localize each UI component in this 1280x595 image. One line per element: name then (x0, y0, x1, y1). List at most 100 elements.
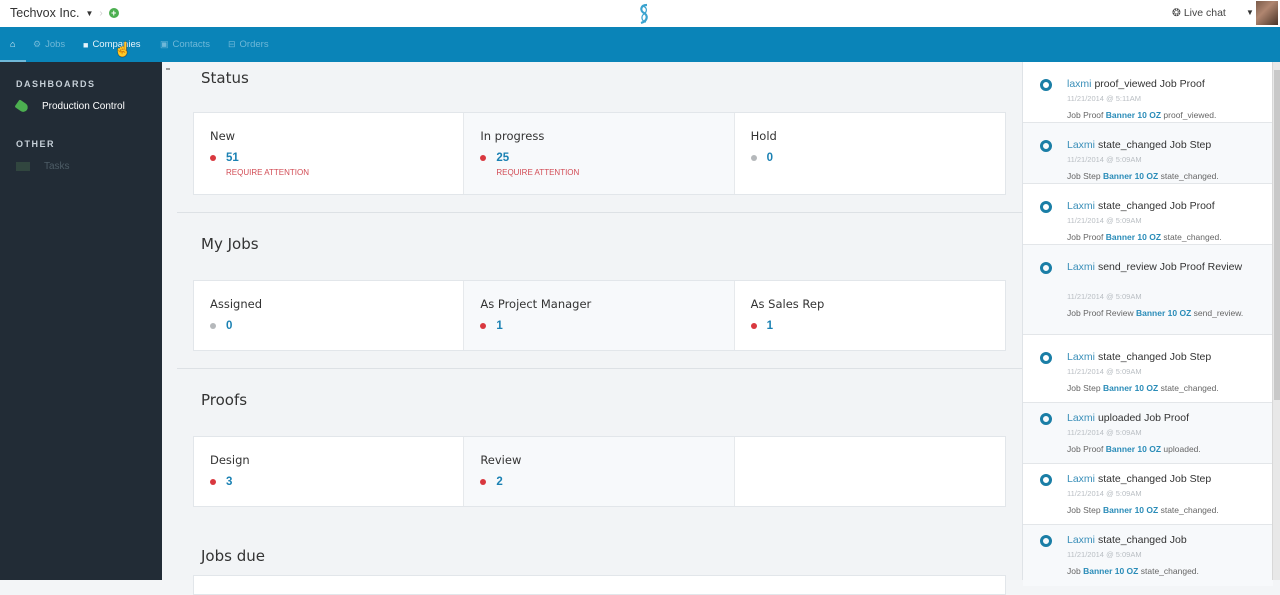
add-icon[interactable]: + (108, 8, 119, 18)
activity-ring-icon (1040, 352, 1052, 364)
card-value[interactable]: 0 (226, 320, 232, 332)
scroll-up-icon[interactable] (166, 68, 170, 70)
proofs-card-design[interactable]: Design 3 (194, 437, 465, 506)
status-card-new[interactable]: New 51 REQUIRE ATTENTION (194, 113, 465, 194)
feed-user[interactable]: Laxmi (1067, 261, 1095, 273)
feed-item-link[interactable]: Banner 10 OZ (1103, 505, 1158, 515)
my-jobs-card-sales-rep[interactable]: As Sales Rep 1 (735, 281, 1005, 350)
status-card-in-progress[interactable]: In progress 25 REQUIRE ATTENTION (464, 113, 735, 194)
feed-item[interactable]: Laxmi state_changed Job Step 11/21/2014 … (1023, 123, 1273, 184)
feed-user[interactable]: Laxmi (1067, 139, 1095, 151)
feed-item[interactable]: Laxmi state_changed Job Step 11/21/2014 … (1023, 464, 1273, 525)
feed-user[interactable]: Laxmi (1067, 534, 1095, 546)
feed-item[interactable]: Laxmi state_changed Job Proof 11/21/2014… (1023, 184, 1273, 245)
status-section: Status New 51 REQUIRE ATTENTION In progr… (177, 62, 1022, 213)
feed-item-link[interactable]: Banner 10 OZ (1083, 566, 1138, 576)
feed-action: state_changed Job Proof (1097, 200, 1215, 212)
feed-item[interactable]: laxmi proof_viewed Job Proof 11/21/2014 … (1023, 62, 1273, 123)
feed-user[interactable]: Laxmi (1067, 412, 1095, 424)
feed-user[interactable]: Laxmi (1067, 351, 1095, 363)
feed-scrollbar[interactable] (1272, 62, 1280, 580)
proofs-card-review[interactable]: Review 2 (464, 437, 735, 506)
proofs-card-empty (735, 437, 1005, 506)
feed-item-link[interactable]: Banner 10 OZ (1103, 171, 1158, 181)
company-switcher[interactable]: Techvox Inc. ▼ › + (10, 6, 119, 20)
feed-user[interactable]: Laxmi (1067, 200, 1095, 212)
feed-item-link[interactable]: Banner 10 OZ (1106, 232, 1161, 242)
nav-jobs[interactable]: ⚙ Jobs (33, 39, 65, 50)
section-title: My Jobs (201, 235, 259, 253)
feed-user[interactable]: Laxmi (1067, 473, 1095, 485)
feed-desc: Job Proof Banner 10 OZ state_changed. (1067, 232, 1222, 242)
status-dot (210, 155, 216, 161)
card-label: In progress (480, 129, 545, 143)
app-logo-icon[interactable] (636, 3, 652, 25)
feed-item-link[interactable]: Banner 10 OZ (1106, 444, 1161, 454)
feed-title: Laxmi state_changed Job (1067, 533, 1262, 548)
activity-ring-icon (1040, 201, 1052, 213)
status-dot (750, 155, 757, 161)
company-name: Techvox Inc. (10, 6, 80, 20)
sidebar-item-tasks[interactable]: Tasks (16, 161, 70, 172)
lifebuoy-icon: ❂ (1172, 7, 1181, 19)
feed-item-link[interactable]: Banner 10 OZ (1136, 308, 1191, 318)
card-value[interactable]: 1 (496, 320, 502, 332)
card-label: Assigned (210, 297, 263, 311)
card-value[interactable]: 25 (496, 152, 509, 164)
feed-title: Laxmi state_changed Job Proof (1067, 199, 1262, 214)
proofs-section: Proofs Design 3 Review 2 (177, 369, 1022, 519)
hand-cursor-icon: ☝ (114, 41, 132, 57)
status-dot (480, 479, 487, 485)
section-title: Proofs (201, 391, 248, 409)
feed-title: Laxmi state_changed Job Step (1067, 472, 1262, 487)
activity-ring-icon (1040, 413, 1052, 425)
feed-action: uploaded Job Proof (1097, 412, 1190, 424)
feed-item[interactable]: Laxmi send_review Job Proof Review 11/21… (1023, 245, 1273, 335)
feed-time: 11/21/2014 @ 5:11AM (1067, 94, 1142, 103)
feed-title: Laxmi uploaded Job Proof (1067, 411, 1262, 426)
feed-time: 11/21/2014 @ 5:09AM (1067, 216, 1142, 225)
feed-action: state_changed Job Step (1097, 473, 1212, 485)
nav-contacts[interactable]: ▣ Contacts (160, 39, 210, 50)
nav-companies[interactable]: ■ Companies (83, 39, 141, 50)
home-icon: ⌂ (10, 39, 16, 49)
card-value[interactable]: 51 (226, 152, 239, 164)
card-value[interactable]: 1 (767, 320, 773, 332)
feed-item[interactable]: Laxmi uploaded Job Proof 11/21/2014 @ 5:… (1023, 403, 1273, 464)
feed-item[interactable]: Laxmi state_changed Job Step 11/21/2014 … (1023, 342, 1273, 403)
my-jobs-card-assigned[interactable]: Assigned 0 (194, 281, 465, 350)
feed-user[interactable]: laxmi (1067, 78, 1092, 90)
my-jobs-section: My Jobs Assigned 0 As Project Manager 1 … (177, 213, 1022, 369)
nav-orders[interactable]: ⊟ Orders (228, 39, 269, 50)
sidebar-item-production-control[interactable]: Production Control (14, 99, 125, 114)
nav-home[interactable]: ⌂ (10, 39, 15, 49)
live-chat-button[interactable]: ❂ Live chat (1172, 7, 1226, 19)
main-nav: ⌂ ⚙ Jobs ■ Companies ▣ Contacts ⊟ Orders (0, 27, 1280, 62)
status-dot (480, 155, 487, 161)
card-value[interactable]: 2 (496, 476, 502, 488)
status-dot (480, 323, 487, 329)
activity-ring-icon (1040, 140, 1052, 152)
card-label: New (210, 129, 236, 143)
feed-time: 11/21/2014 @ 5:09AM (1067, 489, 1142, 498)
feed-time: 11/21/2014 @ 5:09AM (1067, 292, 1142, 301)
card-value[interactable]: 0 (767, 152, 773, 164)
user-menu-caret-icon[interactable]: ▼ (1246, 8, 1254, 17)
attention-label: REQUIRE ATTENTION (496, 168, 580, 177)
feed-item-link[interactable]: Banner 10 OZ (1106, 110, 1161, 120)
scrollbar-thumb[interactable] (1274, 70, 1280, 400)
status-card-hold[interactable]: Hold 0 (735, 113, 1005, 194)
feed-desc: Job Proof Review Banner 10 OZ send_revie… (1067, 308, 1244, 318)
feed-item-link[interactable]: Banner 10 OZ (1103, 383, 1158, 393)
card-value[interactable]: 3 (226, 476, 232, 488)
proofs-cards: Design 3 Review 2 (193, 436, 1006, 507)
tasks-icon (16, 162, 30, 171)
feed-action: state_changed Job Step (1097, 139, 1212, 151)
feed-item[interactable]: Laxmi state_changed Job 11/21/2014 @ 5:0… (1023, 525, 1273, 586)
nav-label: Jobs (45, 39, 66, 50)
tag-icon (14, 99, 30, 114)
my-jobs-card-project-manager[interactable]: As Project Manager 1 (464, 281, 735, 350)
avatar[interactable] (1256, 1, 1278, 25)
feed-desc: Job Proof Banner 10 OZ proof_viewed. (1067, 110, 1217, 120)
feed-action: send_review Job Proof Review (1097, 261, 1243, 273)
